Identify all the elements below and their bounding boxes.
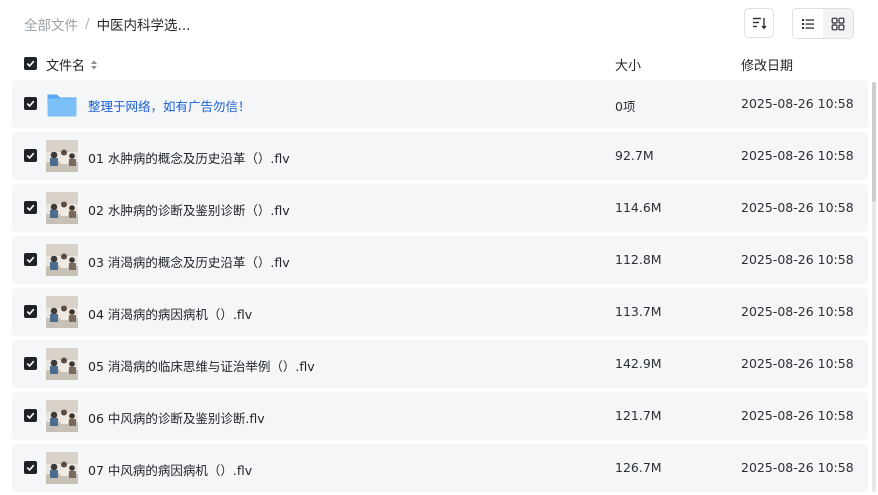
- file-modified-date: 2025-08-26 10:58: [741, 460, 854, 475]
- checkbox-checked-icon: [26, 152, 35, 160]
- file-modified-date: 2025-08-26 10:58: [741, 304, 854, 319]
- checkbox-checked-icon: [26, 256, 35, 264]
- video-thumbnail: [46, 348, 78, 380]
- scrollbar-track[interactable]: [872, 82, 876, 492]
- scrollbar-thumb[interactable]: [872, 82, 876, 202]
- file-size: 142.9M: [615, 356, 662, 371]
- file-row[interactable]: 01 水肿病的概念及历史沿革（）.flv 92.7M 2025-08-26 10…: [12, 132, 868, 180]
- video-thumbnail: [46, 140, 78, 172]
- row-checkbox[interactable]: [24, 149, 37, 162]
- row-checkbox[interactable]: [24, 461, 37, 474]
- file-row[interactable]: 07 中风病的病因病机（）.flv 126.7M 2025-08-26 10:5…: [12, 444, 868, 492]
- file-name[interactable]: 整理于网络，如有广告勿信！: [88, 96, 251, 115]
- file-modified-date: 2025-08-26 10:58: [741, 408, 854, 423]
- file-name[interactable]: 02 水肿病的诊断及鉴别诊断（）.flv: [88, 200, 290, 219]
- select-all-checkbox[interactable]: [24, 57, 37, 70]
- row-checkbox[interactable]: [24, 253, 37, 266]
- file-browser: 全部文件 / 中医内科学选... 文件名 大小 修改日期 整理于网络，如有广告勿…: [0, 0, 878, 495]
- checkbox-checked-icon: [26, 360, 35, 368]
- file-row[interactable]: 02 水肿病的诊断及鉴别诊断（）.flv 114.6M 2025-08-26 1…: [12, 184, 868, 232]
- row-checkbox[interactable]: [24, 357, 37, 370]
- file-row[interactable]: 04 消渴病的病因病机（）.flv 113.7M 2025-08-26 10:5…: [12, 288, 868, 336]
- row-checkbox[interactable]: [24, 97, 37, 110]
- folder-icon: [46, 88, 78, 120]
- list-view-icon: [802, 18, 814, 29]
- checkbox-checked-icon: [26, 204, 35, 212]
- file-modified-date: 2025-08-26 10:58: [741, 200, 854, 215]
- video-thumbnail: [46, 400, 78, 432]
- file-row[interactable]: 05 消渴病的临床思维与证治举例（）.flv 142.9M 2025-08-26…: [12, 340, 868, 388]
- file-modified-date: 2025-08-26 10:58: [741, 252, 854, 267]
- size-column-header: 大小: [615, 59, 642, 74]
- sort-arrows-icon: [91, 60, 98, 69]
- file-size: 0项: [615, 99, 636, 114]
- file-name[interactable]: 07 中风病的病因病机（）.flv: [88, 460, 252, 479]
- checkbox-checked-icon: [26, 100, 35, 108]
- file-row[interactable]: 03 消渴病的概念及历史沿革（）.flv 112.8M 2025-08-26 1…: [12, 236, 868, 284]
- video-thumbnail: [46, 192, 78, 224]
- video-thumbnail: [46, 296, 78, 328]
- file-size: 114.6M: [615, 200, 662, 215]
- file-size: 92.7M: [615, 148, 654, 163]
- checkbox-checked-icon: [26, 464, 35, 472]
- breadcrumb-root-link[interactable]: 全部文件: [24, 14, 78, 34]
- checkbox-checked-icon: [26, 308, 35, 316]
- row-checkbox[interactable]: [24, 305, 37, 318]
- file-name[interactable]: 03 消渴病的概念及历史沿革（）.flv: [88, 252, 290, 271]
- file-name[interactable]: 05 消渴病的临床思维与证治举例（）.flv: [88, 356, 315, 375]
- sort-button[interactable]: [744, 8, 774, 38]
- view-mode-toggle: [792, 8, 854, 39]
- row-checkbox[interactable]: [24, 201, 37, 214]
- file-row[interactable]: 整理于网络，如有广告勿信！ 0项 2025-08-26 10:58: [12, 80, 868, 128]
- file-modified-date: 2025-08-26 10:58: [741, 96, 854, 111]
- row-checkbox[interactable]: [24, 409, 37, 422]
- file-size: 121.7M: [615, 408, 662, 423]
- file-name[interactable]: 01 水肿病的概念及历史沿革（）.flv: [88, 148, 290, 167]
- breadcrumb-current-folder: 中医内科学选...: [96, 18, 191, 34]
- file-row[interactable]: 06 中风病的诊断及鉴别诊断.flv 121.7M 2025-08-26 10:…: [12, 392, 868, 440]
- file-size: 112.8M: [615, 252, 662, 267]
- name-column-label: 文件名: [46, 59, 86, 74]
- file-modified-date: 2025-08-26 10:58: [741, 356, 854, 371]
- grid-view-icon: [831, 17, 845, 30]
- date-column-header: 修改日期: [741, 59, 794, 74]
- grid-view-button[interactable]: [823, 9, 853, 38]
- video-thumbnail: [46, 452, 78, 484]
- file-size: 126.7M: [615, 460, 662, 475]
- breadcrumb-separator: /: [85, 16, 90, 32]
- name-column-header[interactable]: 文件名: [46, 55, 99, 74]
- breadcrumb: 全部文件 / 中医内科学选...: [24, 14, 190, 34]
- file-list: 整理于网络，如有广告勿信！ 0项 2025-08-26 10:58 01 水肿病…: [12, 80, 868, 495]
- file-modified-date: 2025-08-26 10:58: [741, 148, 854, 163]
- file-size: 113.7M: [615, 304, 662, 319]
- file-name[interactable]: 06 中风病的诊断及鉴别诊断.flv: [88, 408, 265, 427]
- sort-icon: [753, 17, 767, 30]
- column-header: 文件名 大小 修改日期: [12, 52, 868, 76]
- file-name[interactable]: 04 消渴病的病因病机（）.flv: [88, 304, 252, 323]
- checkbox-checked-icon: [26, 60, 35, 68]
- list-view-button[interactable]: [793, 9, 823, 38]
- video-thumbnail: [46, 244, 78, 276]
- checkbox-checked-icon: [26, 412, 35, 420]
